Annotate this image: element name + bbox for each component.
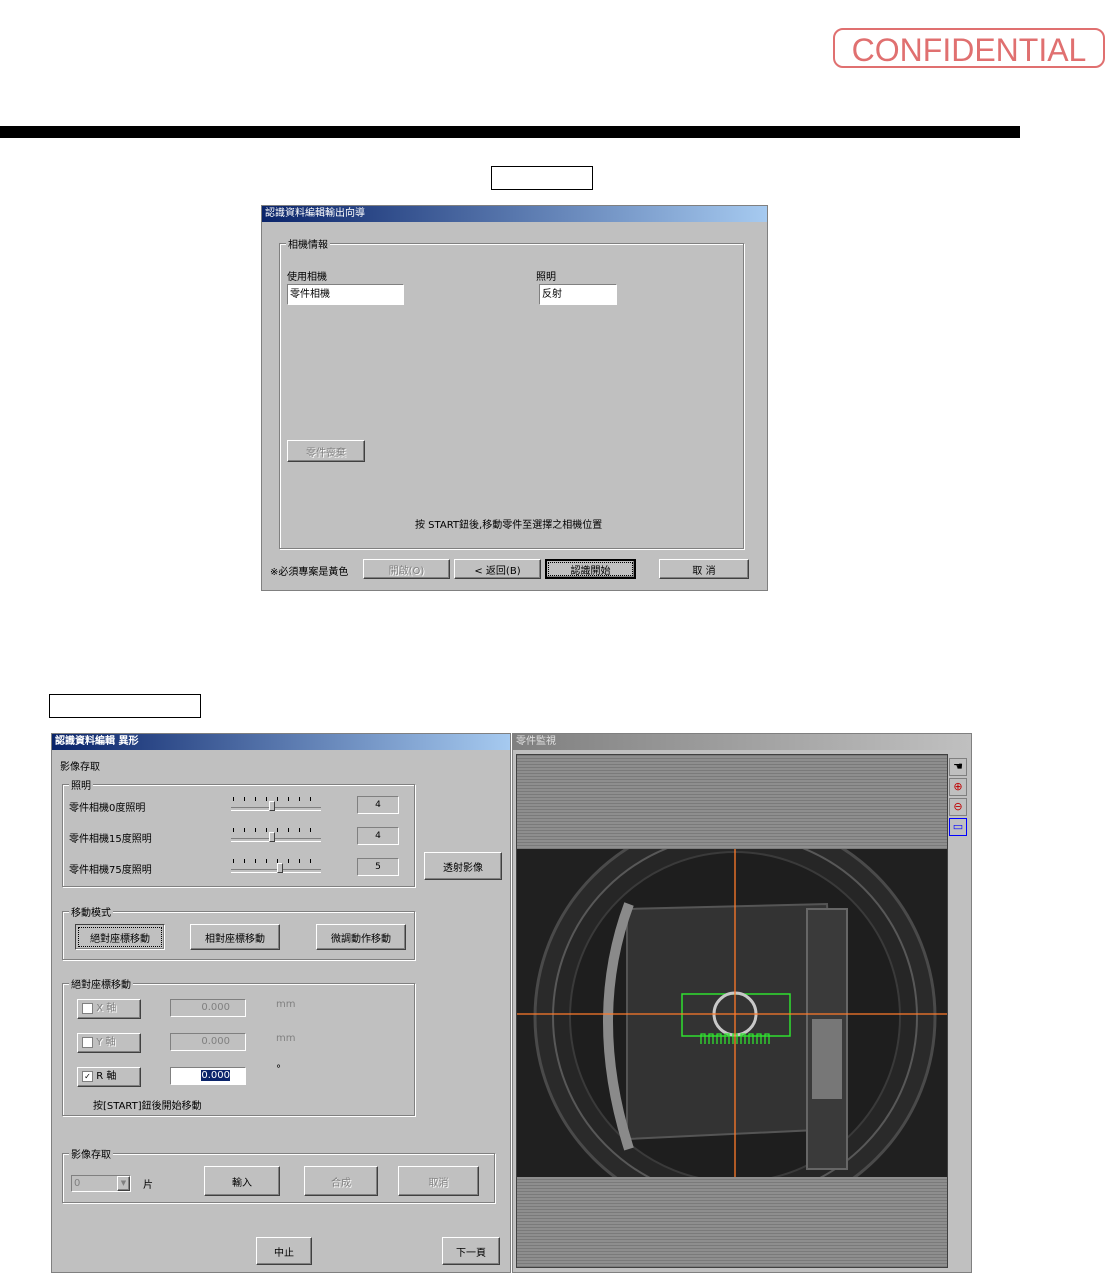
lighting-legend: 照明 [69,777,93,792]
recognition-edit-window: 認識資料編輯 異形 影像存取 照明 零件相機0度照明 4 零件相機15度照明 4… [51,733,511,1273]
light-0-value: 4 [357,796,399,814]
camera-info-legend: 相機情報 [286,236,330,251]
x-axis-unit: mm [276,999,296,1010]
fit-window-icon[interactable]: ▭ [949,818,967,836]
stop-button[interactable]: 中止 [256,1237,312,1265]
camera-image [517,849,947,1177]
recognition-edit-title: 認識資料編輯 異形 [52,734,510,750]
slider-thumb[interactable] [269,832,275,842]
zoom-in-icon[interactable]: ⊕ [949,778,967,796]
light-15-label: 零件相機15度照明 [69,834,152,845]
light-field[interactable]: 反射 [539,284,617,305]
capture-legend: 影像存取 [69,1146,113,1161]
capture-unit: 片 [143,1180,153,1191]
confidential-stamp: CONFIDENTIAL [833,28,1105,68]
y-check-box[interactable] [82,1036,93,1048]
lighting-group: 照明 零件相機0度照明 4 零件相機15度照明 4 零件相機75度照明 5 [62,777,415,887]
view-top-area [517,755,947,849]
light-75-value: 5 [357,858,399,876]
input-button[interactable]: 輸入 [204,1166,280,1196]
zoom-out-icon[interactable]: ⊖ [949,798,967,816]
part-discard-button[interactable]: 零件喪棄 [287,440,365,462]
cancel-button[interactable]: 取 消 [659,559,749,579]
relative-move-button[interactable]: 相對座標移動 [190,924,280,950]
back-button[interactable]: < 返回(B) [454,559,541,579]
light-15-slider[interactable] [231,828,321,844]
camera-view[interactable] [516,754,948,1268]
camera-field[interactable]: 零件相機 [287,284,404,305]
start-instruction: 按 START鈕後,移動零件至選擇之相機位置 [415,520,603,531]
light-15-value: 4 [357,827,399,845]
light-0-slider[interactable] [231,797,321,813]
x-axis-label: X 軸 [96,1003,117,1014]
section-label: 影像存取 [60,762,100,773]
camera-label: 使用相機 [287,272,327,283]
r-axis-checkbox[interactable]: ✓ R 軸 [77,1067,141,1087]
wizard-title: 認識資料編輯輸出向導 [262,206,767,222]
capture-count-value: 0 [74,1178,81,1189]
absolute-move-legend: 絕對座標移動 [69,976,133,991]
y-axis-unit: mm [276,1033,296,1044]
move-mode-legend: 移動模式 [69,904,113,919]
slider-thumb[interactable] [269,801,275,811]
required-note: ※必須專案是黃色 [270,567,349,578]
move-hint: 按[START]鈕後開始移動 [93,1101,202,1112]
r-axis-unit: ° [276,1064,281,1075]
r-axis-label: R 軸 [96,1071,117,1082]
hand-icon[interactable]: ☚ [949,758,967,776]
y-axis-input[interactable]: 0.000 [170,1033,246,1051]
light-label: 照明 [536,272,556,283]
x-check-box[interactable] [82,1002,93,1014]
part-monitor-title: 零件監視 [513,734,971,750]
monitor-toolbar: ☚ ⊕ ⊖ ▭ [949,758,969,836]
light-75-slider[interactable] [231,859,321,875]
capture-cancel-button[interactable]: 取消 [398,1166,479,1196]
transmit-image-button[interactable]: 透射影像 [424,852,502,880]
absolute-move-group: 絕對座標移動 X 軸 0.000 mm Y 軸 0.000 mm ✓ R 軸 0… [62,976,415,1116]
header-rule [0,126,1020,138]
chevron-down-icon[interactable]: ▼ [117,1176,130,1191]
camera-info-group: 相機情報 使用相機 零件相機 照明 反射 零件喪棄 按 START鈕後,移動零件… [279,236,744,549]
slider-thumb[interactable] [277,863,283,873]
fine-move-button[interactable]: 微調動作移動 [316,924,406,950]
wizard-dialog: 認識資料編輯輸出向導 相機情報 使用相機 零件相機 照明 反射 零件喪棄 按 S… [261,205,768,591]
move-mode-group: 移動模式 絕對座標移動 相對座標移動 微調動作移動 [62,904,415,960]
part-monitor-window: 零件監視 ☚ ⊕ ⊖ ▭ [512,733,972,1273]
figure-label-box-top [491,166,593,190]
open-button[interactable]: 開啟(O) [363,559,450,579]
capture-group: 影像存取 0 ▼ 片 輸入 合成 取消 [62,1146,495,1203]
x-axis-checkbox[interactable]: X 軸 [77,999,141,1019]
start-recognition-button[interactable]: 認識開始 [545,559,636,579]
view-bottom-area [517,1177,947,1267]
x-axis-input[interactable]: 0.000 [170,999,246,1017]
figure-label-box-bottom [49,694,201,718]
absolute-move-button[interactable]: 絕對座標移動 [75,924,165,950]
y-axis-checkbox[interactable]: Y 軸 [77,1033,141,1053]
r-check-box[interactable]: ✓ [82,1070,93,1082]
light-75-label: 零件相機75度照明 [69,865,152,876]
light-0-label: 零件相機0度照明 [69,803,146,814]
y-axis-label: Y 軸 [96,1037,116,1048]
merge-button[interactable]: 合成 [304,1166,378,1196]
capture-count-select[interactable]: 0 ▼ [71,1175,131,1192]
next-page-button[interactable]: 下一頁 [442,1237,500,1265]
r-axis-input[interactable]: 0.000 [170,1067,246,1085]
r-axis-value: 0.000 [201,1070,230,1081]
